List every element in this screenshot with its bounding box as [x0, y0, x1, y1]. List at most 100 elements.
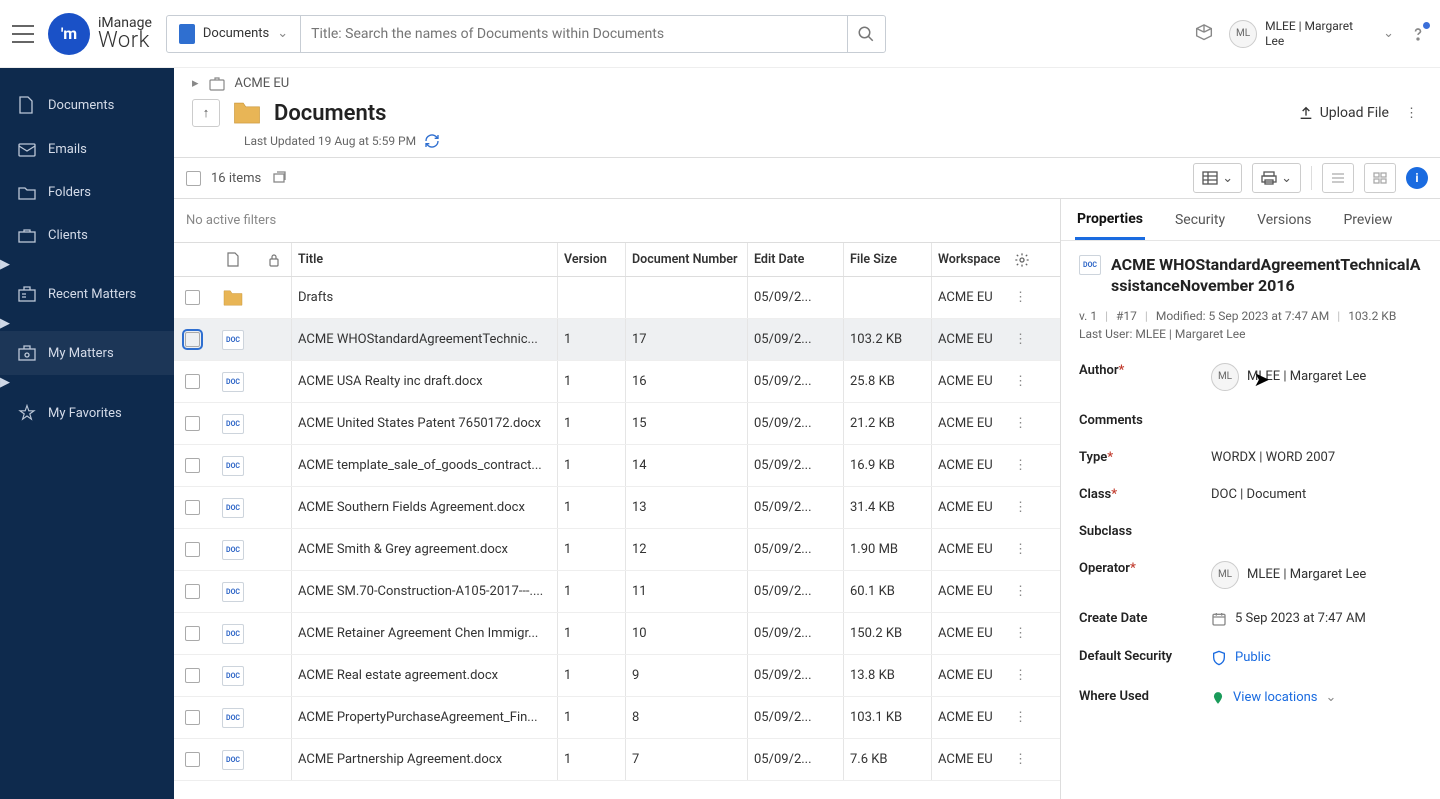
meta-version: v. 1	[1079, 309, 1097, 323]
select-all-checkbox[interactable]	[186, 171, 201, 186]
help-icon[interactable]	[1408, 24, 1428, 44]
user-menu[interactable]: ML MLEE | Margaret Lee ⌄	[1229, 19, 1394, 48]
tab-preview[interactable]: Preview	[1341, 202, 1394, 238]
apps-icon[interactable]	[1193, 23, 1215, 45]
row-checkbox[interactable]	[185, 374, 200, 389]
version-header[interactable]: Version	[558, 243, 626, 276]
print-dropdown[interactable]: ⌄	[1252, 163, 1301, 193]
row-more-icon[interactable]: ⋮	[1014, 668, 1027, 683]
navigate-up-button[interactable]: ↑	[192, 99, 220, 127]
workspace-header[interactable]: Workspace	[932, 243, 1008, 276]
tab-properties[interactable]: Properties	[1075, 201, 1145, 240]
row-more-icon[interactable]: ⋮	[1014, 458, 1027, 473]
row-checkbox[interactable]	[185, 752, 200, 767]
chevron-down-icon: ⌄	[277, 26, 288, 41]
row-more-icon[interactable]: ⋮	[1014, 710, 1027, 725]
editdate-header[interactable]: Edit Date	[748, 243, 844, 276]
class-value[interactable]: DOC | Document	[1211, 487, 1422, 502]
row-more-icon[interactable]: ⋮	[1014, 500, 1027, 515]
sidebar-item-folders[interactable]: Folders	[0, 171, 174, 214]
row-title[interactable]: ACME Partnership Agreement.docx	[292, 739, 558, 780]
doc-badge-icon: DOC	[222, 414, 244, 434]
row-title[interactable]: ACME Southern Fields Agreement.docx	[292, 487, 558, 528]
menu-toggle-icon[interactable]	[12, 25, 34, 43]
search-input[interactable]	[301, 26, 847, 42]
tab-security[interactable]: Security	[1173, 202, 1227, 238]
author-value[interactable]: MLMLEE | Margaret Lee	[1211, 363, 1422, 391]
row-more-icon[interactable]: ⋮	[1014, 752, 1027, 767]
sidebar-item-recent-matters[interactable]: Recent Matters	[0, 272, 174, 316]
expand-caret-icon[interactable]: ▶	[0, 316, 10, 331]
expand-caret-icon[interactable]: ▶	[0, 375, 10, 390]
row-checkbox[interactable]	[185, 710, 200, 725]
row-checkbox[interactable]	[185, 332, 200, 347]
search-scope-dropdown[interactable]: Documents ⌄	[167, 16, 301, 52]
row-editdate: 05/09/2...	[748, 655, 844, 696]
lock-column-icon[interactable]	[256, 243, 292, 276]
brand-mark-icon: 'm	[48, 13, 90, 55]
row-title[interactable]: ACME template_sale_of_goods_contract...	[292, 445, 558, 486]
row-version: 1	[558, 319, 626, 360]
expand-caret-icon[interactable]: ▶	[0, 257, 10, 272]
tab-versions[interactable]: Versions	[1255, 202, 1313, 238]
where-used-value[interactable]: View locations ⌄	[1211, 689, 1422, 707]
sidebar-item-emails[interactable]: Emails	[0, 128, 174, 171]
list-view-button[interactable]	[1322, 163, 1354, 193]
column-settings-icon[interactable]	[1008, 243, 1036, 276]
row-title[interactable]: ACME USA Realty inc draft.docx	[292, 361, 558, 402]
row-filesize: 16.9 KB	[844, 445, 932, 486]
mail-icon	[18, 143, 36, 157]
row-checkbox[interactable]	[185, 542, 200, 557]
type-value[interactable]: WORDX | WORD 2007	[1211, 450, 1422, 465]
popout-icon[interactable]	[271, 171, 287, 185]
grid-view-button[interactable]	[1364, 163, 1396, 193]
type-column-icon[interactable]	[210, 243, 256, 276]
row-more-icon[interactable]: ⋮	[1014, 584, 1027, 599]
row-title[interactable]: ACME Real estate agreement.docx	[292, 655, 558, 696]
more-actions-button[interactable]: ⋮	[1401, 102, 1422, 125]
sidebar-item-clients[interactable]: Clients	[0, 214, 174, 257]
sidebar-item-my-matters[interactable]: My Matters	[0, 331, 174, 375]
row-title[interactable]: ACME SM.70-Construction-A105-2017---....	[292, 571, 558, 612]
row-title[interactable]: ACME WHOStandardAgreementTechnic...	[292, 319, 558, 360]
filesize-header[interactable]: File Size	[844, 243, 932, 276]
last-user-value: MLEE | Margaret Lee	[1135, 327, 1245, 341]
row-checkbox[interactable]	[185, 416, 200, 431]
row-title[interactable]: Drafts	[292, 277, 558, 318]
row-title[interactable]: ACME United States Patent 7650172.docx	[292, 403, 558, 444]
brand-logo[interactable]: 'm iManage Work	[48, 13, 152, 55]
row-filesize: 31.4 KB	[844, 487, 932, 528]
row-title[interactable]: ACME Retainer Agreement Chen Immigr...	[292, 613, 558, 654]
refresh-icon[interactable]	[424, 133, 440, 149]
row-checkbox[interactable]	[185, 290, 200, 305]
row-more-icon[interactable]: ⋮	[1014, 290, 1027, 305]
chevron-right-icon[interactable]: ▸	[192, 76, 199, 91]
search-button[interactable]	[847, 15, 885, 53]
title-header[interactable]: Title	[292, 243, 558, 276]
default-security-value[interactable]: Public	[1211, 649, 1422, 667]
subclass-value[interactable]	[1211, 524, 1422, 539]
view-mode-dropdown[interactable]: ⌄	[1193, 163, 1242, 193]
info-panel-toggle[interactable]: i	[1406, 167, 1428, 189]
row-title[interactable]: ACME Smith & Grey agreement.docx	[292, 529, 558, 570]
sidebar-item-my-favorites[interactable]: My Favorites	[0, 390, 174, 436]
upload-file-button[interactable]: Upload File	[1298, 105, 1389, 121]
row-more-icon[interactable]: ⋮	[1014, 332, 1027, 347]
row-checkbox[interactable]	[185, 626, 200, 641]
row-title[interactable]: ACME PropertyPurchaseAgreement_Fin...	[292, 697, 558, 738]
row-checkbox[interactable]	[185, 668, 200, 683]
row-checkbox[interactable]	[185, 584, 200, 599]
comments-value[interactable]	[1211, 413, 1422, 428]
docnum-header[interactable]: Document Number	[626, 243, 748, 276]
row-more-icon[interactable]: ⋮	[1014, 626, 1027, 641]
operator-value[interactable]: MLMLEE | Margaret Lee	[1211, 561, 1422, 589]
row-more-icon[interactable]: ⋮	[1014, 374, 1027, 389]
row-more-icon[interactable]: ⋮	[1014, 542, 1027, 557]
row-more-icon[interactable]: ⋮	[1014, 416, 1027, 431]
row-checkbox[interactable]	[185, 458, 200, 473]
sidebar-item-documents[interactable]: Documents	[0, 82, 174, 128]
row-editdate: 05/09/2...	[748, 529, 844, 570]
row-version	[558, 277, 626, 318]
row-checkbox[interactable]	[185, 500, 200, 515]
breadcrumb-label[interactable]: ACME EU	[235, 76, 290, 91]
